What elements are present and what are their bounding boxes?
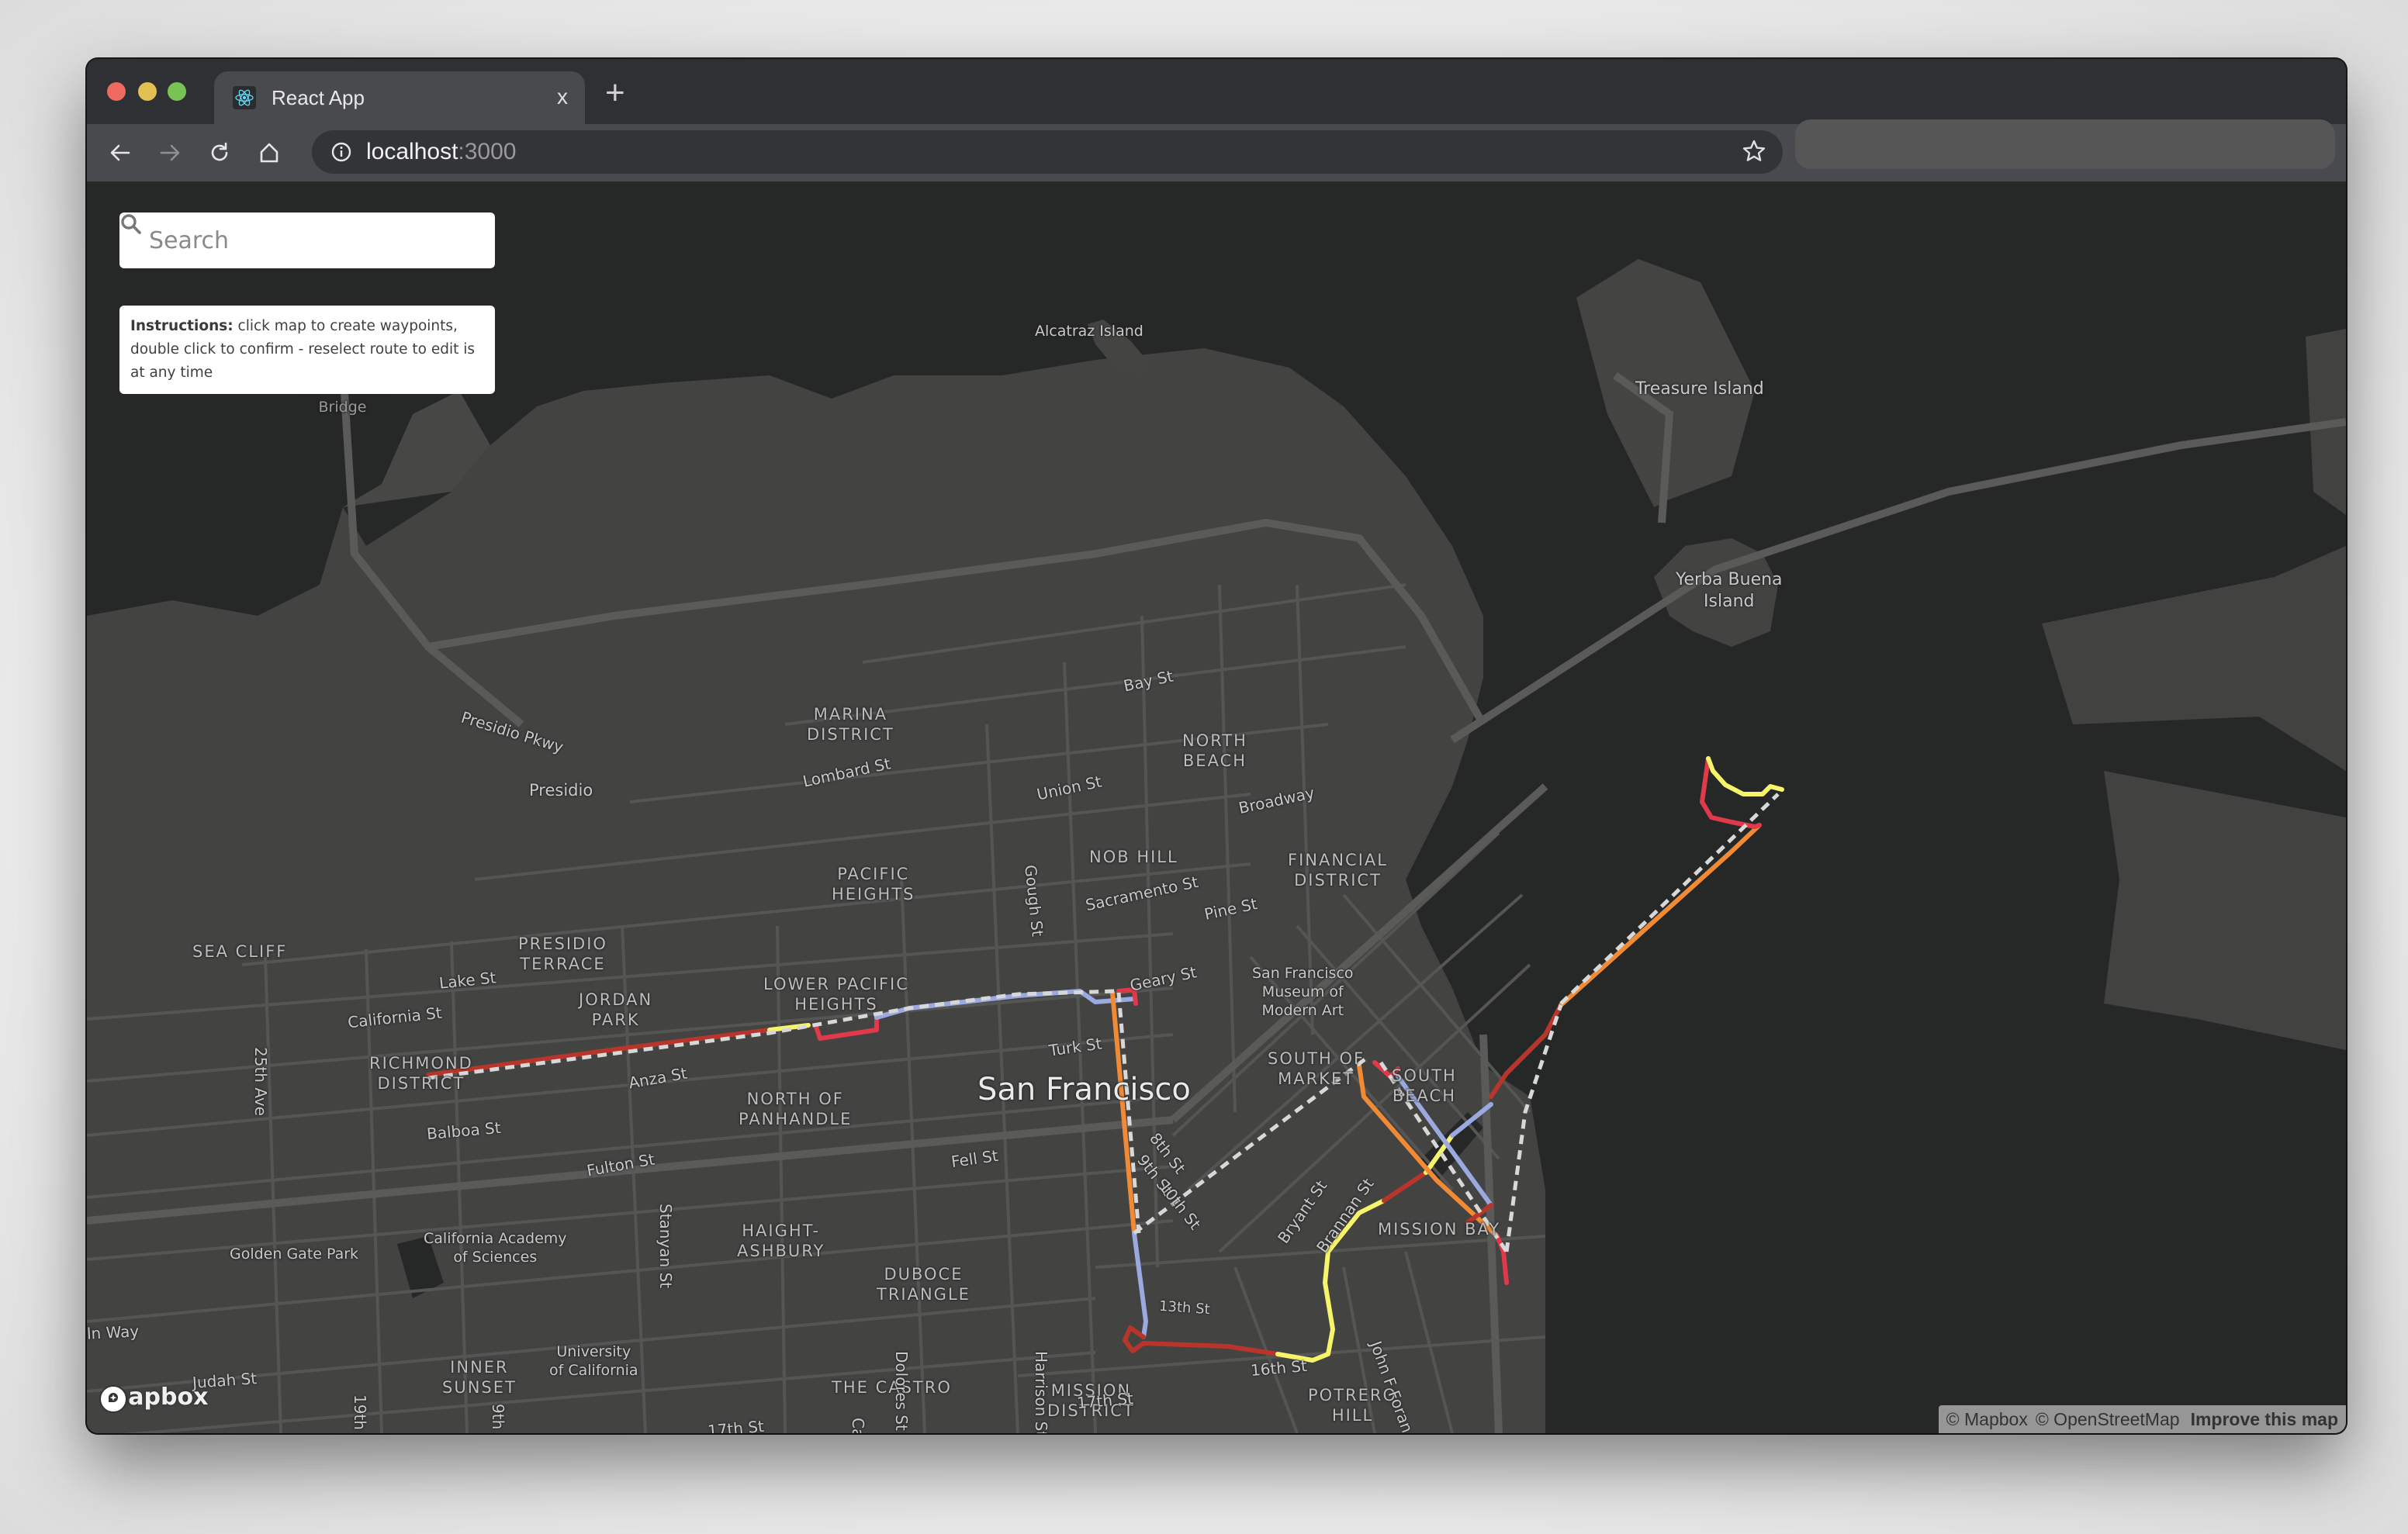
label-19th-ave: 19th Ave [351, 1394, 369, 1433]
tab-title: React App [272, 85, 365, 109]
label-presidio: Presidio [529, 781, 593, 800]
react-logo-icon [233, 86, 256, 109]
attribution-osm-link[interactable]: © OpenStreetMap [2036, 1409, 2180, 1430]
label-marina: MARINA DISTRICT [807, 705, 894, 745]
map-attribution: © Mapbox © OpenStreetMap Improve this ma… [1938, 1405, 2346, 1433]
home-icon [260, 143, 279, 163]
address-bar[interactable]: localhost:3000 [312, 130, 1783, 174]
land-oakland-b [2104, 771, 2346, 1050]
label-south-of-market: SOUTH OF MARKET [1268, 1049, 1365, 1089]
label-castro-st: Castro St [848, 1418, 867, 1433]
label-lincoln-way: ln Way [87, 1322, 140, 1343]
search-box[interactable] [119, 212, 495, 268]
tab-close-icon[interactable]: x [557, 85, 568, 109]
back-button[interactable] [102, 135, 138, 171]
label-duboce-triangle: DUBOCE TRIANGLE [877, 1265, 970, 1304]
label-golden-gate-park: Golden Gate Park [230, 1246, 359, 1263]
browser-window: React App x + localhost:3000 Alcatraz I… [87, 59, 2346, 1433]
attribution-mapbox-link[interactable]: © Mapbox [1946, 1409, 2028, 1430]
minimize-window-button[interactable] [138, 82, 157, 101]
map-canvas[interactable]: Alcatraz Island Treasure Island Yerba Bu… [87, 181, 2346, 1433]
label-jordan-park: JORDAN PARK [579, 990, 653, 1030]
label-treasure-island: Treasure Island [1635, 379, 1764, 399]
bookmark-star-icon[interactable] [1741, 138, 1767, 168]
url-host: localhost [366, 139, 458, 164]
extensions-area [1795, 119, 2335, 169]
close-window-button[interactable] [107, 82, 126, 101]
label-yerba-buena: Yerba Buena Island [1676, 570, 1783, 611]
label-richmond-district: RICHMOND DISTRICT [369, 1054, 473, 1093]
home-button[interactable] [251, 135, 287, 171]
land-sf [87, 348, 1545, 1433]
forward-button[interactable] [152, 135, 188, 171]
maximize-window-button[interactable] [168, 82, 186, 101]
label-sfmoma: San Francisco Museum of Modern Art [1252, 965, 1354, 1019]
label-9th-ave: 9th Ave [488, 1404, 507, 1433]
label-south-beach: SOUTH BEACH [1392, 1066, 1457, 1106]
instructions-panel: Instructions: click map to create waypoi… [119, 306, 495, 394]
label-harrison-st: Harrison St [1032, 1351, 1050, 1433]
label-financial-district: FINANCIAL DISTRICT [1288, 851, 1388, 890]
back-arrow-icon [110, 144, 130, 161]
search-input[interactable] [149, 226, 444, 254]
land-oakland-a [2042, 546, 2346, 771]
label-pacific-heights: PACIFIC HEIGHTS [832, 865, 915, 904]
label-presidio-terrace: PRESIDIO TERRACE [518, 935, 607, 974]
forward-arrow-icon [160, 144, 180, 161]
label-nob-hill: NOB HILL [1089, 848, 1178, 866]
reload-button[interactable] [202, 135, 237, 171]
search-icon [121, 214, 141, 234]
label-25th-ave: 25th Ave [251, 1047, 270, 1116]
instructions-heading: Instructions: [130, 318, 234, 334]
label-north-of-panhandle: NORTH OF PANHANDLE [739, 1090, 853, 1129]
label-stanyan-st: Stanyan St [656, 1204, 675, 1289]
improve-map-link[interactable]: Improve this map [2191, 1409, 2338, 1430]
mapbox-logo[interactable]: mapbox [98, 1384, 208, 1413]
label-dolores-st: Dolores St [892, 1351, 911, 1431]
mapbox-logo-icon [99, 1385, 127, 1413]
label-alcatraz: Alcatraz Island [1035, 323, 1143, 340]
label-north-beach: NORTH BEACH [1182, 731, 1247, 771]
tab-bar: React App x + [87, 59, 2346, 124]
label-mission-bay: MISSION BAY [1378, 1220, 1501, 1239]
label-lower-pacific-heights: LOWER PACIFIC HEIGHTS [763, 975, 909, 1014]
label-san-francisco: San Francisco [977, 1072, 1191, 1107]
new-tab-button[interactable]: + [605, 76, 625, 110]
url-port: :3000 [458, 139, 517, 164]
reload-icon [211, 142, 228, 161]
label-sea-cliff: SEA CLIFF [192, 942, 288, 961]
browser-toolbar: localhost:3000 [87, 119, 2346, 181]
tab-react-app[interactable]: React App x [214, 71, 585, 124]
label-haight-ashbury: HAIGHT- ASHBURY [737, 1221, 825, 1261]
label-13th-st: 13th St [1158, 1297, 1211, 1318]
label-ucsf: University of California [549, 1343, 638, 1379]
label-cal-academy: California Academy of Sciences [424, 1230, 567, 1266]
info-icon[interactable] [330, 141, 352, 163]
label-inner-sunset: INNER SUNSET [442, 1358, 517, 1398]
